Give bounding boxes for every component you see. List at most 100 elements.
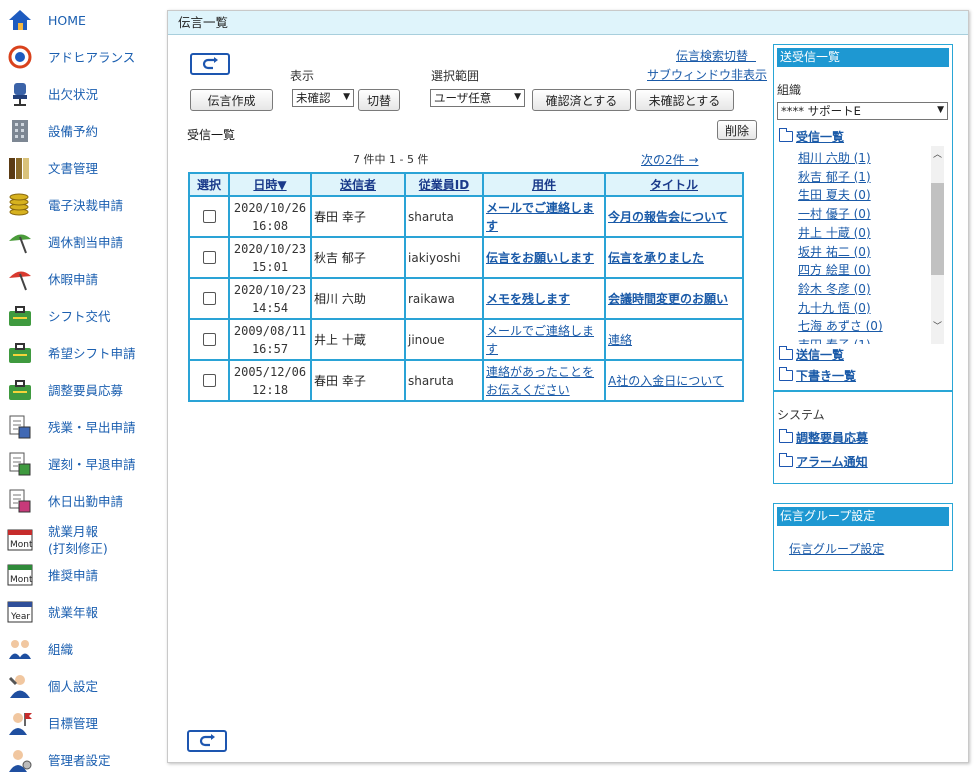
scroll-down-icon[interactable]: ﹀ (933, 319, 942, 332)
date: 2009/08/11 (233, 323, 307, 338)
nav-item-18[interactable]: 個人設定 (6, 668, 163, 704)
nav-item-3[interactable]: 設備予約 (6, 113, 163, 149)
col-datetime[interactable]: 日時▼ (228, 172, 312, 197)
subject-link[interactable]: 伝言をお願いします (486, 251, 594, 265)
nav-item-2[interactable]: 出欠状況 (6, 76, 163, 112)
time: 14:54 (251, 300, 289, 315)
org-select[interactable]: **** サポートE ▼ (777, 102, 948, 120)
select-checkbox[interactable] (202, 333, 216, 346)
nav-item-20[interactable]: 管理者設定 (6, 742, 163, 778)
subject-cell: メールでご連絡します (482, 318, 606, 361)
nav-item-0[interactable]: HOME (6, 2, 163, 38)
nav-item-12[interactable]: 遅刻・早退申請 (6, 446, 163, 482)
chevron-down-icon: ▼ (343, 92, 350, 102)
inbox-user-item[interactable]: 相川 六助 (1) (798, 149, 871, 166)
inbox-user-item[interactable]: 吉田 春子 (1) (798, 336, 871, 344)
subject-link[interactable]: メールでご連絡します (486, 324, 594, 356)
adjust-staff-folder[interactable]: 調整要員応募 (779, 429, 868, 446)
create-message-button[interactable]: 伝言作成 (190, 89, 273, 111)
building-icon (6, 117, 34, 145)
nav-item-6[interactable]: 週休割当申請 (6, 224, 163, 260)
inbox-user-item[interactable]: 一村 優子 (0) (798, 205, 871, 222)
scrollbar[interactable]: ︿ ﹀ (931, 146, 944, 344)
month-calendar-icon: Month (6, 526, 34, 554)
switch-button[interactable]: 切替 (358, 89, 400, 111)
select-cell (188, 277, 230, 320)
delete-button[interactable]: 削除 (717, 120, 757, 140)
title-link[interactable]: 連絡 (608, 333, 632, 347)
subject-link[interactable]: メールでご連絡します (486, 201, 594, 233)
col-title[interactable]: タイトル (604, 172, 744, 197)
range-select[interactable]: ユーザ任意 ▼ (430, 89, 525, 107)
inbox-user-item[interactable]: 七海 あずさ (0) (798, 317, 883, 334)
nav-item-4[interactable]: 文書管理 (6, 150, 163, 186)
chair-icon (6, 80, 34, 108)
inbox-user-list[interactable]: 相川 六助 (1) 秋吉 郁子 (1) 生田 夏夫 (0) 一村 優子 (0) 井上 十… (774, 146, 950, 344)
nav-item-13[interactable]: 休日出勤申請 (6, 483, 163, 519)
inbox-user-item[interactable]: 九十九 悟 (0) (798, 299, 871, 316)
title-cell: 連絡 (604, 318, 744, 361)
title-link[interactable]: 会議時間変更のお願い (608, 292, 728, 306)
group-settings-link[interactable]: 伝言グループ設定 (789, 540, 884, 557)
nav-item-9[interactable]: 希望シフト申請 (6, 335, 163, 371)
inbox-user-item[interactable]: 秋吉 郁子 (1) (798, 168, 871, 185)
time: 15:01 (251, 259, 289, 274)
svg-text:Month: Month (10, 540, 33, 550)
alarm-folder[interactable]: アラーム通知 (779, 453, 868, 470)
nav-item-1[interactable]: アドヒアランス (6, 39, 163, 75)
nav-item-8[interactable]: シフト交代 (6, 298, 163, 334)
display-select[interactable]: 未確認 ▼ (292, 89, 354, 107)
nav-item-14[interactable]: Month 就業月報 (打刻修正) (6, 520, 163, 560)
sent-folder-label: 送信一覧 (796, 348, 845, 362)
subject-link[interactable]: メモを残します (486, 292, 570, 306)
group-settings-title: 伝言グループ設定 (777, 507, 949, 526)
datetime-cell: 2020/10/23 15:01 (228, 236, 312, 279)
nav-item-10[interactable]: 調整要員応募 (6, 372, 163, 408)
col-subject[interactable]: 用件 (482, 172, 606, 197)
title-link[interactable]: 今月の報告会について (608, 210, 728, 224)
title-link[interactable]: A社の入金日について (608, 374, 724, 388)
parasol-icon (6, 228, 34, 256)
nav-item-11[interactable]: 残業・早出申請 (6, 409, 163, 445)
inbox-user-item[interactable]: 四方 絵里 (0) (798, 261, 871, 278)
col-employee-id[interactable]: 従業員ID (404, 172, 484, 197)
nav-item-17[interactable]: 組織 (6, 631, 163, 667)
table-body: 2020/10/26 16:08 春田 幸子 sharuta メールでご連絡します 今月の… (188, 195, 744, 402)
nav-item-7[interactable]: 休暇申請 (6, 261, 163, 297)
datetime-cell: 2020/10/26 16:08 (228, 195, 312, 238)
select-checkbox[interactable] (202, 210, 216, 223)
inbox-user-item[interactable]: 坂井 祐二 (0) (798, 243, 871, 260)
org-label: 組織 (777, 83, 802, 97)
parasol-icon (6, 265, 34, 293)
draft-folder[interactable]: 下書き一覧 (779, 367, 856, 384)
nav-item-16[interactable]: Year 就業年報 (6, 594, 163, 630)
select-checkbox[interactable] (202, 292, 216, 305)
inbox-user-item[interactable]: 井上 十蔵 (0) (798, 224, 871, 241)
select-checkbox[interactable] (202, 251, 216, 264)
select-cell (188, 318, 230, 361)
back-button[interactable] (190, 53, 230, 75)
col-sender[interactable]: 送信者 (310, 172, 406, 197)
mark-unread-button[interactable]: 未確認とする (635, 89, 734, 111)
nav-item-15[interactable]: Month 推奨申請 (6, 557, 163, 593)
nav-item-5[interactable]: 電子決裁申請 (6, 187, 163, 223)
inbox-user-item[interactable]: 生田 夏夫 (0) (798, 186, 871, 203)
scrollbar-thumb[interactable] (931, 183, 944, 275)
subwindow-hide-link[interactable]: サブウィンドウ非表示 (647, 66, 767, 83)
subject-link[interactable]: 連絡があったことをお伝えください (486, 365, 594, 397)
scroll-up-icon[interactable]: ︿ (933, 147, 942, 160)
select-checkbox[interactable] (202, 374, 216, 387)
nav-label: 組織 (48, 641, 74, 657)
headset-icon (6, 43, 34, 71)
inbox-folder[interactable]: 受信一覧 (779, 128, 844, 145)
nav-item-19[interactable]: 目標管理 (6, 705, 163, 741)
title-link[interactable]: 伝言を承りました (608, 251, 704, 265)
inbox-user-item[interactable]: 鈴木 冬彦 (0) (798, 280, 871, 297)
datetime-cell: 2020/10/23 14:54 (228, 277, 312, 320)
back-button-bottom[interactable] (187, 730, 227, 752)
range-select-value: ユーザ任意 (434, 91, 492, 105)
sender-cell: 井上 十蔵 (310, 318, 406, 361)
next-page-link[interactable]: 次の2件 → (641, 151, 699, 168)
sent-folder[interactable]: 送信一覧 (779, 346, 844, 363)
mark-read-button[interactable]: 確認済とする (532, 89, 631, 111)
